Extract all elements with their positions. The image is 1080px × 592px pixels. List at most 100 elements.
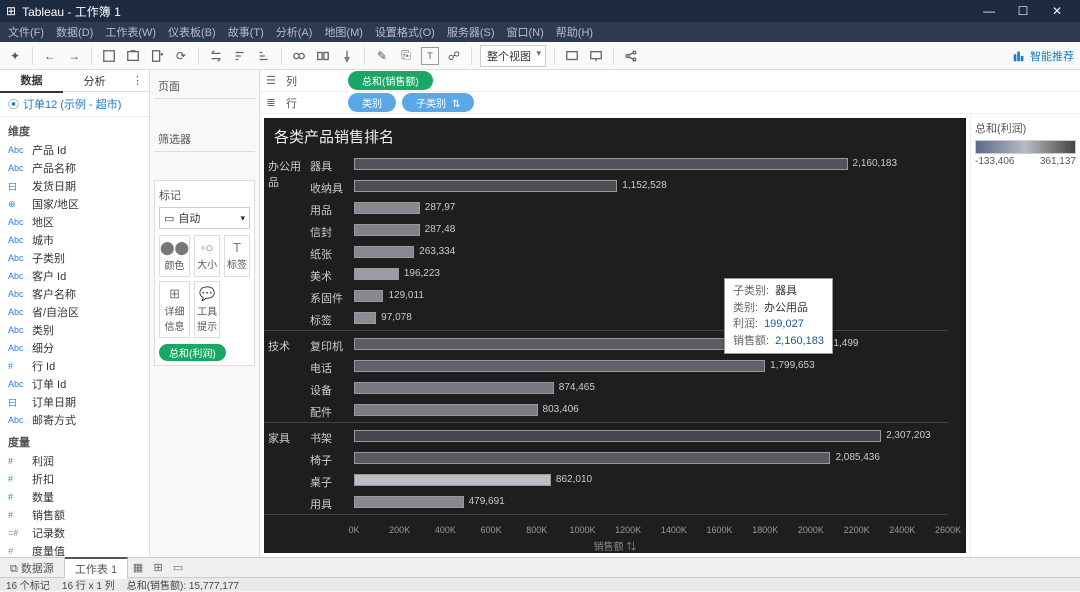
pin-icon[interactable]	[338, 47, 356, 65]
new-story-icon[interactable]: ▭	[168, 561, 188, 574]
field-item[interactable]: Abc子类别	[8, 249, 145, 267]
tab-worksheet-1[interactable]: 工作表 1	[65, 557, 128, 579]
field-item[interactable]: =#记录数	[8, 524, 145, 542]
bar[interactable]: 803,406	[354, 404, 538, 416]
bar[interactable]: 874,465	[354, 382, 554, 394]
field-item[interactable]: #行 Id	[8, 357, 145, 375]
maximize-button[interactable]: ☐	[1006, 4, 1040, 18]
columns-shelf[interactable]: ☰ 列 总和(销售额)	[260, 70, 1080, 92]
field-item[interactable]: Abc城市	[8, 231, 145, 249]
highlight-icon[interactable]: ✎	[373, 47, 391, 65]
minimize-button[interactable]: —	[972, 4, 1006, 18]
field-item[interactable]: #销售额	[8, 506, 145, 524]
field-item[interactable]: Abc省/自治区	[8, 303, 145, 321]
bar[interactable]: 2,085,436	[354, 452, 830, 464]
bar[interactable]: 287,97	[354, 202, 420, 214]
group-icon[interactable]	[290, 47, 308, 65]
field-item[interactable]: ⊕国家/地区	[8, 195, 145, 213]
color-pill[interactable]: 总和(利润)	[159, 344, 226, 361]
refresh-icon[interactable]: ⟳	[172, 47, 190, 65]
new-datasource-icon[interactable]	[124, 47, 142, 65]
rows-pill[interactable]: 子类别⇅	[402, 93, 474, 112]
show-dashboard-icon[interactable]	[563, 47, 581, 65]
field-item[interactable]: Abc客户 Id	[8, 267, 145, 285]
bar[interactable]: 287,48	[354, 224, 420, 236]
bar[interactable]: 862,010	[354, 474, 551, 486]
mark-type-dropdown[interactable]: ▭ 自动	[159, 207, 250, 229]
tab-analytics[interactable]: 分析	[63, 70, 126, 92]
show-me-button[interactable]: 智能推荐	[1012, 48, 1074, 64]
field-item[interactable]: Abc订单 Id	[8, 375, 145, 393]
columns-pill-sales[interactable]: 总和(销售额)	[348, 71, 433, 90]
field-item[interactable]: #折扣	[8, 470, 145, 488]
mark-tooltip-button[interactable]: 💬工具提示	[194, 281, 220, 338]
field-item[interactable]: 曰订单日期	[8, 393, 145, 411]
field-item[interactable]: Abc产品 Id	[8, 141, 145, 159]
tableau-logo-icon[interactable]: ✦	[6, 47, 24, 65]
bar[interactable]: 263,334	[354, 246, 414, 258]
field-item[interactable]: #利润	[8, 452, 145, 470]
sort-desc-icon[interactable]	[255, 47, 273, 65]
close-button[interactable]: ✕	[1040, 4, 1074, 18]
rows-pill[interactable]: 类别	[348, 93, 396, 112]
menu-item[interactable]: 数据(D)	[52, 24, 97, 40]
swap-icon[interactable]	[207, 47, 225, 65]
bar[interactable]: 129,011	[354, 290, 383, 302]
field-item[interactable]: Abc细分	[8, 339, 145, 357]
bar[interactable]: 97,078	[354, 312, 376, 324]
menu-item[interactable]: 故事(T)	[224, 24, 268, 40]
field-label: 客户 Id	[32, 268, 66, 284]
mark-size-button[interactable]: ◦○大小	[194, 235, 220, 277]
bar[interactable]: 2,160,183	[354, 158, 848, 170]
rows-shelf[interactable]: ≣ 行 类别子类别⇅	[260, 92, 1080, 114]
fit-dropdown[interactable]: 整个视图	[480, 45, 546, 67]
forward-icon[interactable]: →	[65, 47, 83, 65]
field-item[interactable]: Abc产品名称	[8, 159, 145, 177]
menu-item[interactable]: 服务器(S)	[443, 24, 499, 40]
menu-item[interactable]: 帮助(H)	[552, 24, 597, 40]
mark-detail-button[interactable]: ⊞详细信息	[159, 281, 190, 338]
field-item[interactable]: #数量	[8, 488, 145, 506]
color-legend[interactable]: 总和(利润) -133,406 361,137	[970, 114, 1080, 557]
field-item[interactable]: Abc客户名称	[8, 285, 145, 303]
clip-icon[interactable]: ⎘	[397, 47, 415, 65]
bar[interactable]: 479,691	[354, 496, 464, 508]
menu-item[interactable]: 设置格式(O)	[371, 24, 439, 40]
menu-item[interactable]: 分析(A)	[272, 24, 317, 40]
set-icon[interactable]	[314, 47, 332, 65]
mark-color-button[interactable]: ⬤⬤颜色	[159, 235, 190, 277]
new-worksheet-icon[interactable]: ▦	[128, 561, 148, 574]
menu-item[interactable]: 工作表(W)	[101, 24, 160, 40]
sort-asc-icon[interactable]	[231, 47, 249, 65]
bar[interactable]: 1,799,653	[354, 360, 765, 372]
format-icon[interactable]: ☍	[445, 47, 463, 65]
field-item[interactable]: Abc类别	[8, 321, 145, 339]
label-icon[interactable]: T	[421, 47, 439, 65]
new-dashboard-icon[interactable]: ⊞	[148, 561, 168, 574]
chart-view[interactable]: 各类产品销售排名 办公用品器具2,160,183收纳具1,152,528用品28…	[264, 118, 966, 553]
present-icon[interactable]	[587, 47, 605, 65]
pane-menu-icon[interactable]: ⋮	[126, 74, 149, 87]
share-icon[interactable]	[622, 47, 640, 65]
new-sheet-icon[interactable]	[148, 47, 166, 65]
field-item[interactable]: #度量值	[8, 542, 145, 557]
tab-datasource[interactable]: ⧉ 数据源	[0, 558, 65, 578]
datasource-row[interactable]: ⦿ 订单12 (示例 - 超市)	[0, 92, 149, 117]
menu-item[interactable]: 地图(M)	[320, 24, 367, 40]
menu-item[interactable]: 文件(F)	[4, 24, 48, 40]
menu-item[interactable]: 仪表板(B)	[164, 24, 220, 40]
bar[interactable]: 2,307,203	[354, 430, 881, 442]
field-item[interactable]: Abc地区	[8, 213, 145, 231]
columns-icon: ☰	[260, 74, 282, 87]
menu-item[interactable]: 窗口(N)	[503, 24, 548, 40]
bar[interactable]: 1,152,528	[354, 180, 617, 192]
mark-label-button[interactable]: T标签	[224, 235, 250, 277]
field-item[interactable]: Abc邮寄方式	[8, 411, 145, 428]
field-item[interactable]: 曰发货日期	[8, 177, 145, 195]
legend-max: 361,137	[1040, 156, 1076, 167]
back-icon[interactable]: ←	[41, 47, 59, 65]
save-icon[interactable]	[100, 47, 118, 65]
filters-shelf-header: 筛选器	[154, 127, 255, 152]
tab-data[interactable]: 数据	[0, 69, 63, 93]
bar[interactable]: 196,223	[354, 268, 399, 280]
